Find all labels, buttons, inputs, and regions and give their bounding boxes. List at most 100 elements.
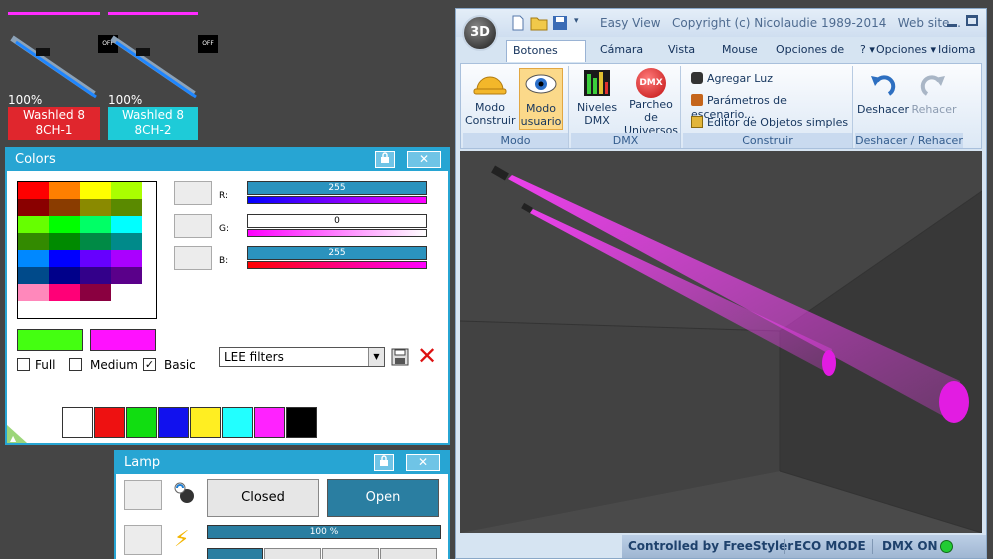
color-swatch[interactable] — [18, 199, 49, 216]
color-swatch[interactable] — [18, 216, 49, 233]
palette-color-chip[interactable] — [286, 407, 317, 438]
lamp-segment-2[interactable] — [264, 548, 321, 559]
color-swatch[interactable] — [80, 250, 111, 267]
tab-vista[interactable]: Vista — [662, 40, 701, 62]
color-swatch[interactable] — [18, 284, 49, 301]
color-swatch[interactable] — [80, 267, 111, 284]
fixture-level-bar — [8, 12, 100, 15]
color-swatch[interactable] — [80, 216, 111, 233]
tab-mouse[interactable]: Mouse — [716, 40, 764, 62]
eye-icon — [525, 74, 557, 94]
color-swatch[interactable] — [18, 233, 49, 250]
palette-color-chip[interactable] — [62, 407, 93, 438]
editor-objetos-button[interactable]: Editor de Objetos simples — [691, 116, 848, 130]
save-file-icon[interactable] — [552, 15, 568, 31]
fixture-tile-1[interactable]: OFF 100% Washled 8 8CH-1 — [8, 12, 118, 140]
delete-filter-button[interactable]: ✕ — [417, 342, 437, 370]
open-folder-icon[interactable] — [530, 15, 548, 31]
color-swatch[interactable] — [80, 284, 111, 301]
palette-color-chip[interactable] — [254, 407, 285, 438]
close-panel-button[interactable]: ✕ — [407, 151, 441, 168]
color-swatch[interactable] — [49, 199, 80, 216]
closed-button[interactable]: Closed — [207, 479, 319, 517]
quick-access-dropdown-icon[interactable]: ▾ — [574, 16, 579, 26]
color-swatch[interactable] — [49, 216, 80, 233]
color-swatch[interactable] — [111, 250, 142, 267]
minimize-button[interactable] — [944, 13, 960, 29]
open-button[interactable]: Open — [327, 479, 439, 517]
save-icon[interactable] — [391, 348, 409, 366]
lock-icon[interactable] — [374, 454, 394, 471]
color-swatch[interactable] — [111, 216, 142, 233]
off-badge[interactable]: OFF — [198, 35, 218, 53]
palette-color-chip[interactable] — [190, 407, 221, 438]
3d-viewport[interactable] — [460, 151, 982, 533]
color-swatch[interactable] — [49, 250, 80, 267]
btn-line1: Modo — [526, 102, 556, 115]
shutter-preset-button[interactable] — [124, 480, 162, 510]
modo-construir-button[interactable]: Modo Construir — [465, 68, 516, 130]
lamp-segment-3[interactable] — [322, 548, 379, 559]
r-slider[interactable]: 255 — [247, 181, 427, 195]
fixture-sub: 8CH-2 — [134, 123, 172, 137]
svg-text:▲: ▲ — [10, 434, 17, 443]
niveles-dmx-button[interactable]: Niveles DMX — [573, 68, 621, 130]
color-swatch[interactable] — [49, 267, 80, 284]
app-logo-button[interactable]: 3D — [462, 15, 498, 51]
b-slider[interactable]: 255 — [247, 246, 427, 260]
palette-color-chip[interactable] — [158, 407, 189, 438]
modo-usuario-button[interactable]: Modo usuario — [519, 68, 563, 130]
color-swatch[interactable] — [18, 182, 49, 199]
color-swatch[interactable] — [18, 250, 49, 267]
filter-select[interactable]: LEE filters ▼ — [219, 347, 385, 367]
red-preset-button[interactable] — [174, 181, 212, 205]
secondary-color-preview[interactable] — [90, 329, 156, 351]
color-swatch[interactable] — [111, 284, 142, 301]
color-swatch[interactable] — [49, 233, 80, 250]
group-dmx: Niveles DMX DMX Parcheo de Universos DMX — [571, 66, 681, 148]
close-panel-button[interactable]: ✕ — [406, 454, 440, 471]
new-file-icon[interactable] — [510, 15, 526, 31]
color-swatch[interactable] — [111, 199, 142, 216]
color-swatch[interactable] — [111, 182, 142, 199]
blue-preset-button[interactable] — [174, 246, 212, 270]
lamp-progress[interactable]: 100 % — [207, 525, 441, 539]
tab-camara[interactable]: Cámara — [594, 40, 649, 62]
color-swatch[interactable] — [80, 182, 111, 199]
redo-icon — [920, 75, 945, 96]
color-swatch[interactable] — [111, 267, 142, 284]
tab-botones[interactable]: Botones están — [506, 40, 586, 62]
full-checkbox[interactable] — [17, 358, 30, 371]
palette-color-chip[interactable] — [94, 407, 125, 438]
palette-color-chip[interactable] — [126, 407, 157, 438]
color-swatch[interactable] — [18, 267, 49, 284]
parcheo-universos-button[interactable]: DMX Parcheo de Universos — [623, 68, 679, 137]
rehacer-button[interactable]: Rehacer — [911, 70, 957, 130]
status-dmx: DMX ON — [882, 539, 938, 553]
medium-checkbox[interactable] — [69, 358, 82, 371]
dmx-status-led-icon — [940, 540, 953, 553]
g-slider[interactable]: 0 — [247, 214, 427, 228]
color-swatch[interactable] — [111, 233, 142, 250]
primary-color-preview[interactable] — [17, 329, 83, 351]
palette-color-chip[interactable] — [222, 407, 253, 438]
lamp-segment-1[interactable] — [207, 548, 263, 559]
lock-icon[interactable] — [375, 151, 395, 168]
basic-checkbox[interactable]: ✓ — [143, 358, 156, 371]
fixture-tile-2[interactable]: OFF 100% Washled 8 8CH-2 — [108, 12, 218, 140]
idioma-menu[interactable]: Idioma ▾ — [932, 40, 986, 76]
color-swatch-grid[interactable] — [17, 181, 157, 319]
maximize-button[interactable] — [964, 13, 980, 29]
opciones-label: Opciones — [876, 43, 927, 56]
agregar-luz-button[interactable]: Agregar Luz — [691, 72, 773, 86]
color-swatch[interactable] — [49, 284, 80, 301]
color-swatch[interactable] — [80, 199, 111, 216]
color-swatch[interactable] — [49, 182, 80, 199]
resize-grip-icon[interactable]: ▲ — [7, 425, 27, 443]
color-swatch[interactable] — [80, 233, 111, 250]
lamp-segment-4[interactable] — [380, 548, 437, 559]
tab-opciones-r[interactable]: Opciones de r — [770, 40, 854, 62]
lamp-preset-button[interactable] — [124, 525, 162, 555]
deshacer-button[interactable]: Deshacer — [857, 70, 909, 130]
green-preset-button[interactable] — [174, 214, 212, 238]
